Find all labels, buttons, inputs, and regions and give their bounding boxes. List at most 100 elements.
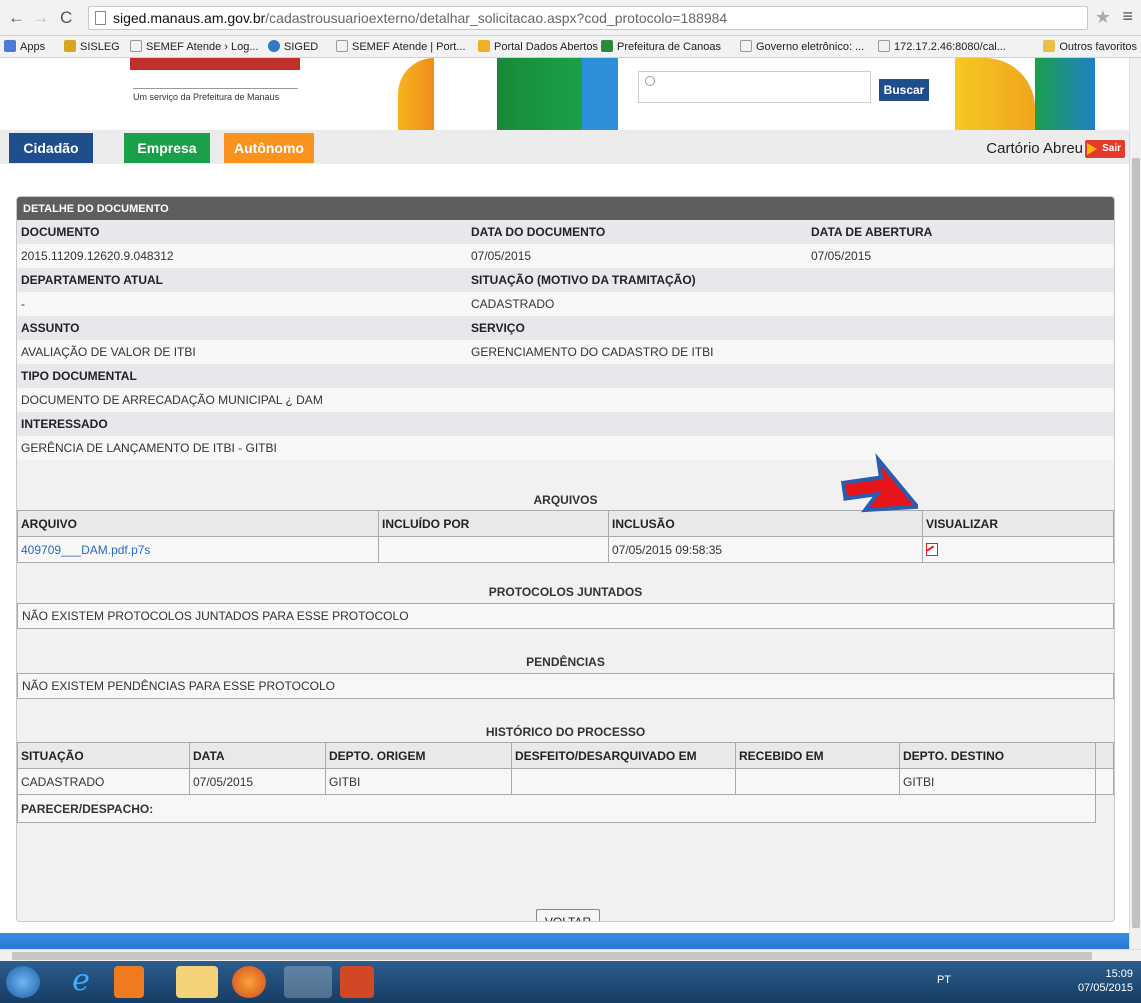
col-recebido: RECEBIDO EM [735, 742, 900, 769]
tab-autonomo[interactable]: Autônomo [224, 133, 314, 163]
start-button-icon[interactable] [6, 966, 40, 998]
decor-stripe-yellow [955, 58, 1035, 130]
document-detail-panel: DETALHE DO DOCUMENTO DOCUMENTO DATA DO DO… [16, 196, 1115, 922]
reload-icon[interactable]: C [60, 8, 72, 28]
cell-data: 07/05/2015 [189, 768, 326, 795]
detail-label-row: TIPO DOCUMENTAL [17, 364, 1114, 388]
horizontal-scrollbar[interactable] [0, 949, 1141, 961]
search-icon [645, 76, 655, 86]
detail-value-row: 2015.11209.12620.9.048312 07/05/2015 07/05… [17, 244, 1114, 268]
bookmark-local[interactable]: 172.17.2.46:8080/cal... [878, 40, 1006, 53]
bookmark-outros[interactable]: Outros favoritos [1043, 40, 1137, 53]
pdf-icon[interactable] [926, 542, 938, 556]
site-header: Um serviço da Prefeitura de Manaus Busca… [0, 58, 1129, 130]
hscroll-thumb[interactable] [12, 952, 1092, 960]
tab-cidadao[interactable]: Cidadão [9, 133, 93, 163]
language-indicator[interactable]: PT [937, 974, 951, 986]
sisleg-icon [64, 40, 76, 52]
col-blank [1095, 742, 1114, 769]
protocolos-title: PROTOCOLOS JUNTADOS [488, 585, 643, 599]
bookmark-dados-abertos[interactable]: Portal Dados Abertos [478, 40, 598, 53]
table-row: CADASTRADO 07/05/2015 GITBI GITBI [17, 768, 1114, 795]
scrollbar-thumb[interactable] [1132, 158, 1140, 928]
media-player-icon[interactable] [114, 966, 144, 998]
pendencias-title: PENDÊNCIAS [526, 655, 605, 669]
powerpoint-icon[interactable] [340, 966, 374, 998]
decor-stripe-blue [582, 58, 618, 130]
forward-icon[interactable]: → [32, 8, 49, 28]
page-icon [95, 11, 106, 25]
detail-value-row: AVALIAÇÃO DE VALOR DE ITBI GERENCIAMENTO … [17, 340, 1114, 364]
cell-depto-destino: GITBI [899, 768, 1096, 795]
bookmark-siged[interactable]: SIGED [268, 40, 318, 53]
page-icon [130, 40, 142, 52]
file-link[interactable]: 409709___DAM.pdf.p7s [21, 543, 150, 557]
detail-label-row: INTERESSADO [17, 412, 1114, 436]
detail-value-row: DOCUMENTO DE ARRECADAÇÃO MUNICIPAL ¿ DAM [17, 388, 1114, 412]
page-viewport: Um serviço da Prefeitura de Manaus Busca… [0, 58, 1129, 961]
col-visualizar: VISUALIZAR [922, 510, 1114, 537]
chrome-icon[interactable] [284, 966, 332, 998]
canoas-icon [601, 40, 613, 52]
detail-value-row: - CADASTRADO [17, 292, 1114, 316]
search-button[interactable]: Buscar [878, 78, 930, 102]
search-input[interactable] [638, 71, 871, 103]
parecer-label: PARECER/DESPACHO: [17, 794, 1096, 823]
vertical-scrollbar[interactable] [1129, 58, 1141, 961]
profile-tabs: Cidadão Empresa Autônomo Cartório Abreu … [0, 130, 1129, 164]
bookmark-governo[interactable]: Governo eletrônico: ... [740, 40, 864, 53]
inclusao-cell: 07/05/2015 09:58:35 [608, 536, 923, 563]
col-depto-destino: DEPTO. DESTINO [899, 742, 1096, 769]
page-icon [878, 40, 890, 52]
url-path: /cadastrousuarioexterno/detalhar_solicit… [265, 10, 728, 26]
cell-recebido [735, 768, 900, 795]
panel-title: DETALHE DO DOCUMENTO [17, 197, 1114, 220]
pendencias-message: NÃO EXISTEM PENDÊNCIAS PARA ESSE PROTOCO… [17, 673, 1114, 699]
atende-logo [130, 58, 300, 70]
tab-empresa[interactable]: Empresa [124, 133, 210, 163]
decor-stripe-green-blue [1035, 58, 1095, 130]
historico-title: HISTÓRICO DO PROCESSO [485, 725, 646, 739]
bookmark-star-icon[interactable]: ★ [1095, 7, 1111, 28]
page-icon [740, 40, 752, 52]
cell-situacao: CADASTRADO [17, 768, 190, 795]
incluido-por-cell [378, 536, 609, 563]
dados-abertos-icon [478, 40, 490, 52]
col-arquivo: ARQUIVO [17, 510, 379, 537]
clock[interactable]: 15:09 07/05/2015 [1078, 967, 1133, 995]
file-explorer-icon[interactable] [176, 966, 218, 998]
user-name: Cartório Abreu [986, 140, 1083, 157]
col-incluido-por: INCLUÍDO POR [378, 510, 609, 537]
cell-blank [1095, 768, 1114, 795]
apps-icon [4, 40, 16, 52]
back-icon[interactable]: ← [8, 8, 25, 28]
col-data: DATA [189, 742, 326, 769]
detail-label-row: DEPARTAMENTO ATUAL SITUAÇÃO (MOTIVO DA TR… [17, 268, 1114, 292]
folder-icon [1043, 40, 1056, 52]
col-depto-origem: DEPTO. ORIGEM [325, 742, 512, 769]
table-row: 409709___DAM.pdf.p7s 07/05/2015 09:58:35 [17, 536, 1114, 563]
bookmark-sisleg[interactable]: SISLEG [64, 40, 120, 53]
page-icon [336, 40, 348, 52]
browser-toolbar: ← → C siged.manaus.am.gov.br/cadastrousu… [0, 0, 1141, 36]
voltar-button[interactable]: VOLTAR [536, 909, 600, 921]
windows-taskbar: e PT 15:09 07/05/2015 [0, 961, 1141, 1003]
bookmarks-bar: Apps SISLEG SEMEF Atende › Log... SIGED … [0, 36, 1141, 58]
firefox-icon[interactable] [232, 966, 266, 998]
detail-label-row: DOCUMENTO DATA DO DOCUMENTO DATA DE ABERTU… [17, 220, 1114, 244]
menu-icon[interactable]: ≡ [1122, 6, 1133, 27]
bookmark-semef-portal[interactable]: SEMEF Atende | Port... [336, 40, 466, 53]
parecer-row: PARECER/DESPACHO: [17, 794, 1114, 823]
internet-explorer-icon[interactable]: e [60, 966, 102, 998]
bookmark-apps[interactable]: Apps [4, 40, 45, 53]
bookmark-canoas[interactable]: Prefeitura de Canoas [601, 40, 721, 53]
decor-stripe-orange [398, 58, 434, 130]
detail-value-row: GERÊNCIA DE LANÇAMENTO DE ITBI - GITBI [17, 436, 1114, 460]
historico-table: SITUAÇÃO DATA DEPTO. ORIGEM DESFEITO/DES… [17, 742, 1114, 823]
logout-button[interactable]: Sair [1085, 140, 1125, 158]
bookmark-semef-login[interactable]: SEMEF Atende › Log... [130, 40, 259, 53]
siged-icon [268, 40, 280, 52]
url-host: siged.manaus.am.gov.br [113, 10, 266, 26]
arquivos-table: ARQUIVO INCLUÍDO POR INCLUSÃO VISUALIZAR… [17, 510, 1114, 563]
address-bar[interactable]: siged.manaus.am.gov.br/cadastrousuarioex… [88, 6, 1088, 30]
